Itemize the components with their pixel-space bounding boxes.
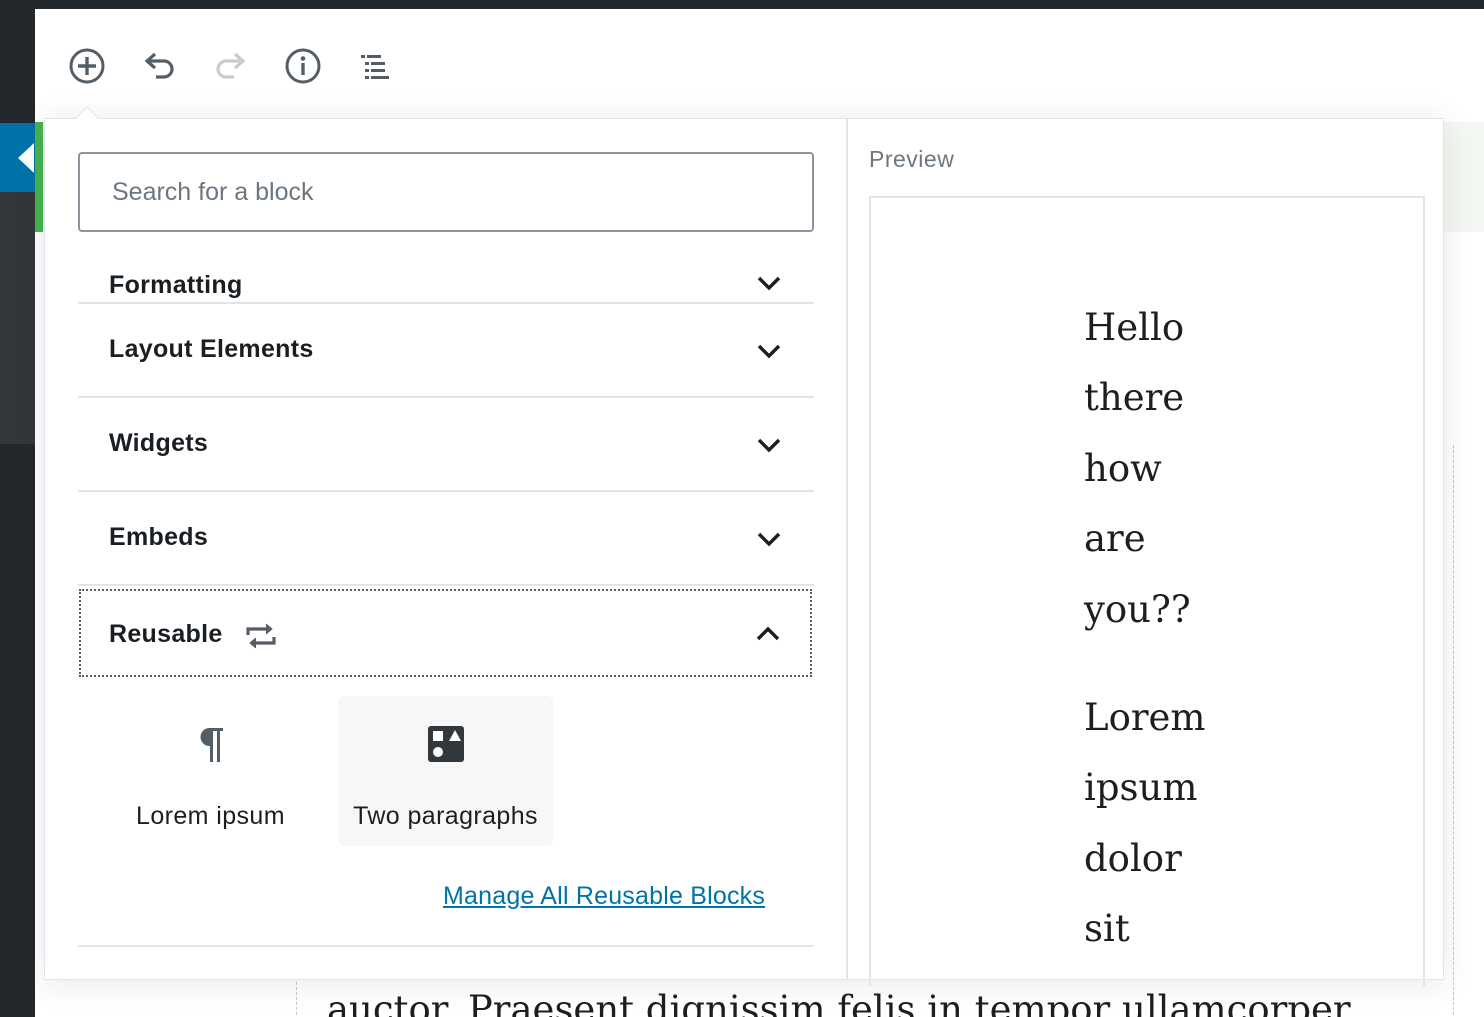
editor-toolbar	[35, 9, 1484, 119]
panel-reusable[interactable]: Reusable	[79, 589, 812, 677]
preview-word: ipsum	[1084, 766, 1198, 810]
manage-reusable-blocks-link[interactable]: Manage All Reusable Blocks	[443, 882, 765, 911]
panel-title: Embeds	[109, 523, 209, 551]
admin-top-bar	[0, 0, 1484, 9]
reusable-block-lorem-ipsum[interactable]: Lorem ipsum	[103, 696, 318, 846]
block-search-input[interactable]	[78, 152, 814, 232]
popover-arrow	[72, 105, 100, 119]
preview-paragraph: Lorem ipsum dolor sit	[1084, 683, 1206, 965]
block-label: Lorem ipsum	[136, 802, 285, 830]
shapes-icon	[428, 726, 464, 762]
block-label: Two paragraphs	[353, 802, 538, 830]
preview-word: there	[1084, 376, 1185, 420]
preview-frame: Hello there how are you?? Lorem ipsum do…	[869, 196, 1425, 986]
preview-word: you??	[1084, 587, 1191, 631]
preview-word: are	[1084, 517, 1146, 561]
chevron-up-icon	[756, 626, 780, 641]
info-button[interactable]	[280, 43, 326, 89]
info-icon	[285, 48, 321, 84]
add-block-button[interactable]	[64, 43, 110, 89]
preview-word: how	[1084, 446, 1162, 490]
chevron-down-icon	[757, 438, 781, 453]
undo-icon	[144, 52, 174, 79]
block-inserter-popover: Formatting Layout Elements Widgets Embed…	[44, 118, 1444, 986]
preview-paragraph: Hello there how are you??	[1084, 293, 1206, 645]
redo-button[interactable]	[208, 43, 254, 89]
chevron-down-icon	[757, 532, 781, 547]
panel-embeds[interactable]: Embeds	[78, 492, 814, 586]
reusable-block-icon	[246, 623, 276, 649]
divider	[78, 945, 814, 947]
plus-circle-icon	[69, 48, 105, 84]
preview-word: sit	[1084, 907, 1130, 951]
admin-sidebar-menu	[0, 192, 35, 444]
panel-layout-elements[interactable]: Layout Elements	[78, 304, 814, 398]
list-icon	[361, 55, 389, 79]
preview-content: Hello there how are you?? Lorem ipsum do…	[1084, 293, 1206, 986]
editor-content-text: auctor. Praesent dignissim felis in temp…	[327, 988, 1359, 1017]
chevron-down-icon	[757, 276, 781, 291]
inserter-menu: Formatting Layout Elements Widgets Embed…	[45, 119, 846, 979]
block-navigation-button[interactable]	[352, 43, 398, 89]
reusable-block-two-paragraphs[interactable]: Two paragraphs	[338, 696, 553, 846]
preview-word: Hello	[1084, 306, 1185, 349]
panel-title: Formatting	[109, 271, 243, 299]
panel-title: Layout Elements	[109, 335, 314, 363]
panel-title: Reusable	[109, 620, 223, 648]
paragraph-icon	[200, 728, 223, 762]
preview-word: Lorem	[1084, 696, 1206, 740]
block-preview-pane: Preview Hello there how are you?? Lorem …	[846, 119, 1443, 986]
redo-icon	[216, 52, 246, 79]
preview-title: Preview	[869, 146, 955, 172]
collapse-sidebar-button[interactable]	[0, 123, 35, 192]
undo-button[interactable]	[136, 43, 182, 89]
panel-title: Widgets	[109, 429, 209, 457]
panel-widgets[interactable]: Widgets	[78, 398, 814, 492]
chevron-down-icon	[757, 344, 781, 359]
preview-word: dolor	[1084, 836, 1182, 880]
